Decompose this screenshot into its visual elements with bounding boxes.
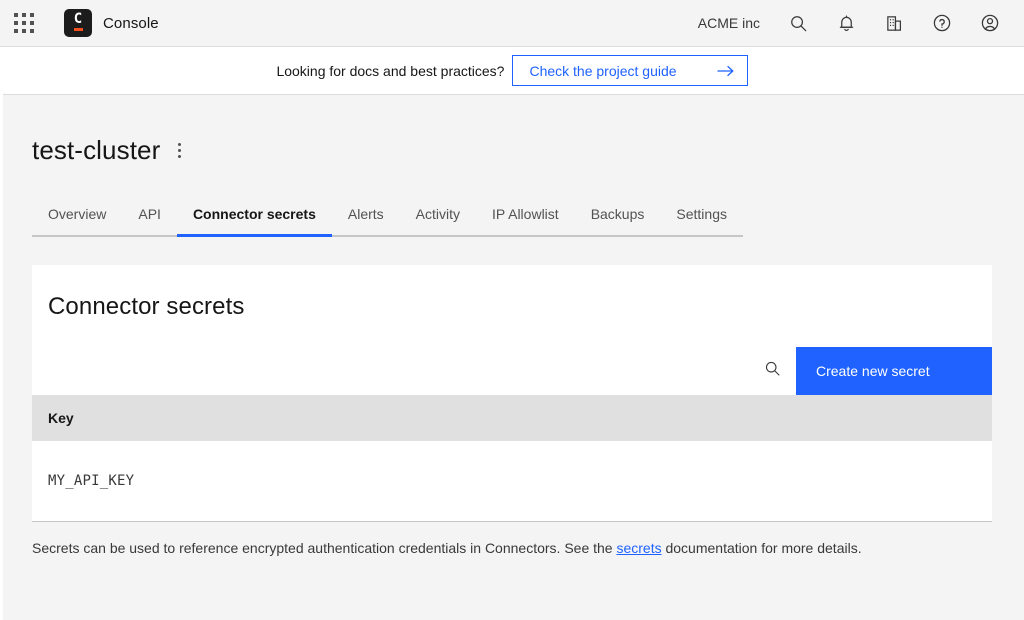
table-body: MY_API_KEY [32, 441, 992, 522]
tab-connector-secrets[interactable]: Connector secrets [176, 206, 332, 237]
organization-button[interactable] [870, 0, 918, 47]
arrow-right-icon [716, 64, 735, 78]
page-title-row: test-cluster [32, 95, 1024, 166]
table-search-button[interactable] [748, 347, 796, 395]
top-header-bar: C Console ACME inc [0, 0, 1024, 47]
tab-api[interactable]: API [122, 206, 177, 237]
project-guide-button[interactable]: Check the project guide [512, 55, 748, 86]
search-button[interactable] [774, 0, 822, 47]
page-left-edge [0, 47, 3, 620]
logo-underline [73, 28, 83, 31]
brand-name: Console [103, 14, 159, 32]
cell-row-actions [512, 441, 992, 522]
secrets-table: Key MY_API_KEY [32, 395, 992, 522]
card-heading: Connector secrets [48, 293, 245, 320]
table-row: MY_API_KEY [32, 441, 992, 522]
table-head: Key [32, 395, 992, 441]
banner-text: Looking for docs and best practices? [276, 62, 505, 79]
column-header-key[interactable]: Key [32, 395, 992, 441]
user-account-button[interactable] [966, 0, 1014, 47]
brand-home-link[interactable]: C Console [64, 9, 159, 37]
table-toolbar: Create new secret [32, 347, 992, 395]
create-new-secret-button[interactable]: Create new secret [796, 347, 992, 395]
page-content: test-cluster Overview API Connector secr… [0, 95, 1024, 556]
help-circle-icon [932, 13, 952, 33]
notifications-bell-icon [837, 14, 856, 33]
connector-secrets-card: Connector secrets Create new secret Key [32, 265, 992, 522]
search-icon [764, 360, 781, 382]
user-account-icon [980, 13, 1000, 33]
docs-promo-banner: Looking for docs and best practices? Che… [0, 47, 1024, 95]
page-overflow-menu-button[interactable] [168, 137, 190, 165]
app-switcher-button[interactable] [0, 0, 48, 47]
secrets-footnote: Secrets can be used to reference encrypt… [32, 540, 1024, 556]
tab-bar: Overview API Connector secrets Alerts Ac… [32, 206, 1024, 237]
table-header-row: Key [32, 395, 992, 441]
project-guide-label: Check the project guide [529, 62, 677, 79]
secrets-docs-link[interactable]: secrets [616, 540, 661, 556]
help-button[interactable] [918, 0, 966, 47]
tab-activity[interactable]: Activity [399, 206, 477, 237]
tab-ip-allowlist[interactable]: IP Allowlist [476, 206, 575, 237]
tab-backups[interactable]: Backups [574, 206, 661, 237]
tab-alerts[interactable]: Alerts [331, 206, 400, 237]
search-icon [789, 14, 808, 33]
footnote-text-before: Secrets can be used to reference encrypt… [32, 540, 617, 556]
organization-building-icon [885, 14, 904, 33]
console-logo-icon: C [64, 9, 92, 37]
cell-key: MY_API_KEY [32, 441, 512, 522]
header-actions: ACME inc [684, 0, 1024, 47]
grid-apps-icon [14, 13, 34, 33]
organization-name[interactable]: ACME inc [684, 15, 774, 31]
footnote-text-after: documentation for more details. [661, 540, 862, 556]
logo-letter: C [73, 11, 83, 27]
page-title: test-cluster [32, 135, 161, 165]
tab-overview[interactable]: Overview [32, 206, 123, 237]
notifications-button[interactable] [822, 0, 870, 47]
tab-settings[interactable]: Settings [660, 206, 743, 237]
